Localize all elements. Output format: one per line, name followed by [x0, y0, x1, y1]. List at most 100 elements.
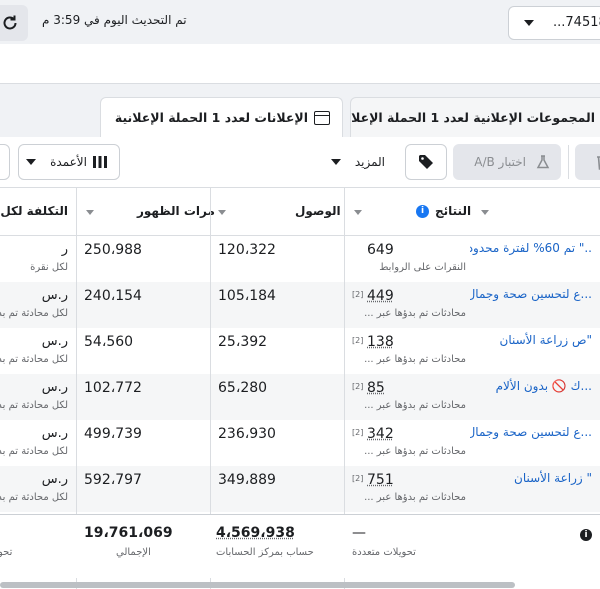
- reach-value: 236،930: [218, 426, 276, 442]
- filter-bar: [0, 44, 600, 84]
- columns-button[interactable]: الأعمدة: [18, 144, 120, 180]
- columns-icon: [93, 156, 107, 168]
- result-footnote: [2]: [352, 474, 363, 483]
- tab-ad-sets-label-pre: المجموعات الإعلانية لعدد: [444, 110, 595, 125]
- total-results-sub: تحويلات متعددة: [352, 547, 416, 558]
- delete-button[interactable]: [575, 144, 600, 180]
- total-reach-sub: حساب بمركز الحسابات: [216, 547, 314, 558]
- header-results[interactable]: النتائج i: [416, 204, 471, 218]
- impressions-value: 592،797: [84, 472, 142, 488]
- tab-ad-sets-count: 1: [430, 110, 439, 125]
- result-value: 342: [367, 426, 394, 442]
- tag-button[interactable]: [405, 144, 447, 180]
- header-results-label: النتائج: [435, 204, 471, 218]
- tab-ad-sets[interactable]: المجموعات الإعلانية لعدد 1 الحملة الإعلا…: [350, 97, 600, 137]
- ad-icon: [314, 111, 330, 125]
- cost-unit: لكل محادثة تم بد: [0, 400, 68, 411]
- result-type: محادثات تم بدؤها عبر ...: [346, 354, 466, 365]
- cost-value: ر: [62, 242, 68, 257]
- ab-test-label: اختبار A/B: [474, 155, 526, 169]
- ad-name-link[interactable]: ...ك 🚫 بدون الألام: [496, 379, 592, 393]
- cost-unit: لكل نقرة: [30, 262, 68, 273]
- ad-name-cell: ...ع لتحسين صحة وجمال: [470, 282, 600, 328]
- cost-value: ر.س: [42, 472, 68, 487]
- ad-name-cell: ...ع لتحسين صحة وجمال: [470, 420, 600, 466]
- chevron-down-icon: [26, 159, 36, 165]
- header-reach-label: الوصول: [295, 204, 341, 218]
- result-value: 449: [367, 288, 394, 304]
- top-bar: تم التحديث اليوم في 3:59 م ...745180: [0, 0, 600, 44]
- cost-cell: ر لكل نقرة: [0, 236, 76, 282]
- more-dropdown[interactable]: المزيد: [325, 144, 395, 180]
- result-value: 138: [367, 334, 394, 350]
- ad-name-cell: .." تم 60% لفترة محدودة: [470, 236, 600, 282]
- columns-label: الأعمدة: [50, 155, 87, 169]
- cost-unit: لكل محادثة تم بد: [0, 308, 68, 319]
- result-value: 649: [367, 242, 394, 258]
- account-selector[interactable]: ...745180: [508, 6, 600, 40]
- header-cost-label: التكلفة لكل نتيجة: [0, 204, 68, 218]
- header-reach[interactable]: الوصول: [295, 204, 341, 218]
- header-cost-clip: التكلفة لكل نتيجة: [0, 188, 76, 236]
- breakdown-button[interactable]: [0, 144, 10, 180]
- ad-name-link[interactable]: .." تم 60% لفترة محدودة: [470, 241, 592, 255]
- horizontal-scrollbar[interactable]: [0, 582, 515, 588]
- impressions-value: 102،772: [84, 380, 142, 396]
- table-row[interactable]: ...ع لتحسين صحة وجمال [2] 342 محادثات تم بد…: [0, 420, 600, 466]
- ab-test-button[interactable]: اختبار A/B: [453, 144, 561, 180]
- info-icon[interactable]: i: [580, 529, 592, 541]
- ad-name-link[interactable]: ...ع لتحسين صحة وجمال: [470, 425, 592, 439]
- table-row[interactable]: " زراعة الأسنان [2] 751 محادثات تم بدؤها عب…: [0, 466, 600, 512]
- last-updated-text: تم التحديث اليوم في 3:59 م: [42, 13, 187, 27]
- table-totals-row: i — تحويلات متعددة 4،569،938 حساب بمركز …: [0, 514, 600, 578]
- tag-icon: [418, 154, 434, 170]
- ad-name-link[interactable]: " زراعة الأسنان: [514, 471, 592, 485]
- reach-value: 120،322: [218, 242, 276, 258]
- total-results: —: [352, 525, 366, 541]
- refresh-button[interactable]: [0, 5, 28, 41]
- tab-ad-sets-label-post: الحملة الإعلانية: [350, 110, 426, 125]
- result-footnote: [2]: [352, 428, 363, 437]
- impressions-value: 250،988: [84, 242, 142, 258]
- header-impressions[interactable]: مرات الظهور: [137, 204, 215, 218]
- result-type: محادثات تم بدؤها عبر ...: [346, 446, 466, 457]
- reach-value: 349،889: [218, 472, 276, 488]
- chevron-down-icon: [331, 159, 341, 165]
- cost-value: ر.س: [42, 288, 68, 303]
- cost-cell: ر.س لكل محادثة تم بد: [0, 374, 76, 420]
- table-row[interactable]: ...ك 🚫 بدون الألام [2] 85 محادثات تم بدؤها …: [0, 374, 600, 420]
- table-row[interactable]: "ص زراعة الأسنان [2] 138 محادثات تم بدؤها ع…: [0, 328, 600, 374]
- result-type: محادثات تم بدؤها عبر ...: [346, 492, 466, 503]
- result-value: 751: [367, 472, 394, 488]
- ad-name-cell: " زراعة الأسنان: [470, 466, 600, 512]
- result-footnote: [2]: [352, 336, 363, 345]
- toolbar-divider: [568, 145, 569, 179]
- reach-value: 65،280: [218, 380, 267, 396]
- result-footnote: [2]: [352, 290, 363, 299]
- tab-ads-label-pre: الإعلانات لعدد: [225, 110, 308, 125]
- total-reach: 4،569،938: [216, 525, 295, 541]
- cost-unit: لكل محادثة تم بد: [0, 492, 68, 503]
- impressions-value: 499،739: [84, 426, 142, 442]
- header-impressions-label: مرات الظهور: [137, 204, 215, 218]
- refresh-icon: [1, 14, 19, 32]
- ad-name-link[interactable]: "ص زراعة الأسنان: [500, 333, 593, 347]
- tab-ads-count: 1: [212, 110, 221, 125]
- table-row[interactable]: .." تم 60% لفترة محدودة 649 النقرات على ال…: [0, 236, 600, 282]
- tab-ads[interactable]: الإعلانات لعدد 1 الحملة الإعلانية: [100, 97, 343, 137]
- sort-caret-icon: [481, 210, 489, 215]
- cost-unit: لكل محادثة تم بد: [0, 446, 68, 457]
- tab-ads-label-post: الحملة الإعلانية: [115, 110, 207, 125]
- total-cost-sub: تحو: [0, 547, 12, 558]
- header-cost[interactable]: التكلفة لكل نتيجة: [0, 204, 68, 218]
- ad-name-link[interactable]: ...ع لتحسين صحة وجمال: [470, 287, 592, 301]
- cost-value: ر.س: [42, 334, 68, 349]
- cost-unit: لكل محادثة تم بد: [0, 354, 68, 365]
- info-icon[interactable]: i: [416, 205, 429, 218]
- chevron-down-icon: [524, 20, 534, 26]
- result-type: محادثات تم بدؤها عبر ...: [346, 400, 466, 411]
- result-type: النقرات على الروابط: [346, 262, 466, 273]
- table-row[interactable]: ...ع لتحسين صحة وجمال [2] 449 محادثات تم بد…: [0, 282, 600, 328]
- sort-caret-icon: [354, 210, 362, 215]
- sort-caret-icon: [86, 210, 94, 215]
